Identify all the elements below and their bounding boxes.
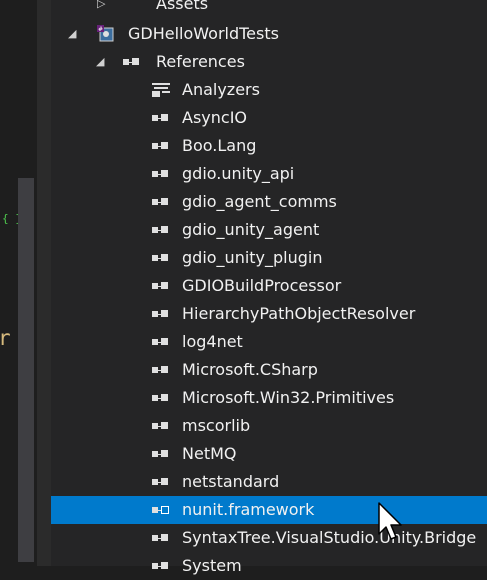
reference-item[interactable]: System	[51, 552, 487, 580]
assembly-reference-icon	[152, 223, 170, 237]
tree-item-label: Assets	[156, 0, 209, 13]
assembly-reference-icon	[152, 419, 170, 433]
reference-label: SyntaxTree.VisualStudio.Unity.Bridge	[182, 528, 477, 547]
reference-item[interactable]: mscorlib	[51, 412, 487, 440]
reference-item[interactable]: AsyncIO	[51, 104, 487, 132]
svg-text:#: #	[98, 26, 103, 33]
editor-code-fragment: r	[0, 326, 11, 350]
references-icon	[123, 55, 141, 69]
reference-label: nunit.framework	[182, 500, 315, 519]
reference-item[interactable]: SyntaxTree.VisualStudio.Unity.Bridge	[51, 524, 487, 552]
reference-item[interactable]: Analyzers	[51, 76, 487, 104]
assembly-reference-icon	[152, 335, 170, 349]
reference-item[interactable]: Microsoft.CSharp	[51, 356, 487, 384]
reference-label: AsyncIO	[182, 108, 247, 127]
expand-arrow-icon[interactable]: ▷	[97, 0, 109, 11]
assembly-reference-icon	[152, 167, 170, 181]
reference-label: mscorlib	[182, 416, 251, 435]
solution-explorer-tree: ▷ Assets ◢ # GDHelloWorldTests ◢ Referen…	[51, 0, 487, 575]
reference-label: gdio_unity_plugin	[182, 248, 323, 267]
assembly-reference-icon	[152, 447, 170, 461]
assembly-reference-icon	[152, 307, 170, 321]
reference-label: System	[182, 556, 242, 575]
editor-scrollbar[interactable]	[37, 0, 51, 566]
assembly-reference-icon	[152, 251, 170, 265]
assembly-reference-icon	[152, 391, 170, 405]
reference-item[interactable]: gdio_unity_plugin	[51, 244, 487, 272]
mouse-pointer-icon	[378, 502, 402, 540]
reference-label: Microsoft.CSharp	[182, 360, 318, 379]
reference-label: gdio_agent_comms	[182, 192, 337, 211]
reference-label: Boo.Lang	[182, 136, 257, 155]
reference-label: gdio.unity_api	[182, 164, 295, 183]
assembly-reference-icon	[152, 111, 170, 125]
tree-item-assets[interactable]: ▷ Assets	[51, 0, 487, 18]
tree-item-references[interactable]: ◢ References	[51, 48, 487, 76]
reference-item[interactable]: netstandard	[51, 468, 487, 496]
reference-item[interactable]: NetMQ	[51, 440, 487, 468]
assembly-reference-icon	[152, 503, 170, 517]
reference-label: Analyzers	[182, 80, 260, 99]
reference-item[interactable]: gdio_agent_comms	[51, 188, 487, 216]
collapse-arrow-icon[interactable]: ◢	[96, 55, 108, 69]
assembly-reference-icon	[152, 531, 170, 545]
analyzers-icon	[152, 83, 170, 97]
assembly-reference-icon	[152, 475, 170, 489]
reference-item[interactable]: Microsoft.Win32.Primitives	[51, 384, 487, 412]
reference-label: gdio_unity_agent	[182, 220, 320, 239]
reference-label: HierarchyPathObjectResolver	[182, 304, 416, 323]
tree-item-label: GDHelloWorldTests	[128, 24, 279, 43]
assembly-reference-icon	[152, 363, 170, 377]
reference-label: Microsoft.Win32.Primitives	[182, 388, 395, 407]
reference-item[interactable]: Boo.Lang	[51, 132, 487, 160]
reference-item[interactable]: gdio.unity_api	[51, 160, 487, 188]
reference-label: log4net	[182, 332, 243, 351]
assembly-reference-icon	[152, 139, 170, 153]
reference-label: netstandard	[182, 472, 280, 491]
reference-label: GDIOBuildProcessor	[182, 276, 342, 295]
reference-item[interactable]: gdio_unity_agent	[51, 216, 487, 244]
assembly-reference-icon	[152, 279, 170, 293]
reference-item[interactable]: GDIOBuildProcessor	[51, 272, 487, 300]
reference-label: NetMQ	[182, 444, 237, 463]
assembly-reference-icon	[152, 195, 170, 209]
assembly-reference-icon	[152, 559, 170, 573]
collapse-arrow-icon[interactable]: ◢	[68, 27, 80, 41]
tree-item-project[interactable]: ◢ # GDHelloWorldTests	[51, 20, 487, 48]
reference-item[interactable]: log4net	[51, 328, 487, 356]
editor-scrollbar-thumb[interactable]	[18, 178, 34, 562]
reference-item[interactable]: HierarchyPathObjectResolver	[51, 300, 487, 328]
csharp-project-icon: #	[97, 25, 114, 42]
reference-item-selected[interactable]: nunit.framework	[51, 496, 487, 524]
tree-item-label: References	[156, 52, 245, 71]
